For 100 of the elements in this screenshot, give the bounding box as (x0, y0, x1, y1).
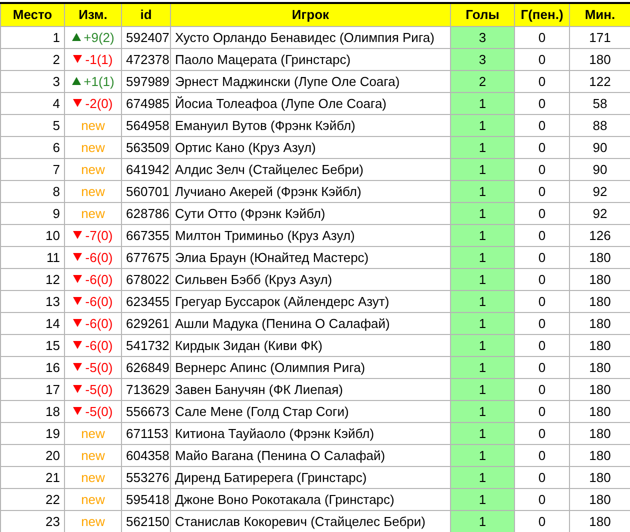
column-header: Голы (450, 3, 514, 26)
id-cell: 678022 (122, 268, 170, 290)
change-value: new (81, 514, 105, 528)
id-cell: 597989 (122, 70, 170, 92)
place-cell: 12 (0, 268, 64, 290)
player-cell: Сути Отто (Фрэнк Кэйбл) (170, 202, 450, 224)
change-value: +9(2) (72, 30, 114, 44)
goals-cell: 1 (450, 400, 514, 422)
up-arrow-icon (72, 77, 81, 86)
player-cell: Завен Банучян (ФК Лиепая) (170, 378, 450, 400)
change-value: -5(0) (73, 404, 113, 418)
change-value: -5(0) (73, 360, 113, 374)
goals-cell: 1 (450, 114, 514, 136)
down-arrow-icon (73, 385, 82, 394)
id-cell: 560701 (122, 180, 170, 202)
change-value: new (81, 140, 105, 154)
penalty-goals-cell: 0 (514, 356, 570, 378)
change-value: +1(1) (72, 74, 114, 88)
goals-cell: 1 (450, 202, 514, 224)
change-value: new (81, 162, 105, 176)
goals-cell: 1 (450, 92, 514, 114)
down-arrow-icon (73, 363, 82, 372)
player-cell: Лучиано Акерей (Фрэнк Кэйбл) (170, 180, 450, 202)
place-cell: 17 (0, 378, 64, 400)
player-cell: Алдис Зелч (Стайцелес Бебри) (170, 158, 450, 180)
id-cell: 671153 (122, 422, 170, 444)
player-cell: Ашли Мадука (Пенина О Салафай) (170, 312, 450, 334)
penalty-goals-cell: 0 (514, 312, 570, 334)
penalty-goals-cell: 0 (514, 224, 570, 246)
player-cell: Джоне Воно Рокотакала (Гринстарс) (170, 488, 450, 510)
change-value: -7(0) (73, 228, 113, 242)
id-cell: 674985 (122, 92, 170, 114)
column-header: Игрок (170, 3, 450, 26)
place-cell: 13 (0, 290, 64, 312)
change-value: -1(1) (73, 52, 113, 66)
id-cell: 629261 (122, 312, 170, 334)
change-value: new (81, 492, 105, 506)
penalty-goals-cell: 0 (514, 466, 570, 488)
player-cell: Хусто Орландо Бенавидес (Олимпия Рига) (170, 26, 450, 48)
goals-cell: 1 (450, 224, 514, 246)
change-value: new (81, 470, 105, 484)
change-value: new (81, 448, 105, 462)
player-cell: Китиона Тауйаоло (Фрэнк Кэйбл) (170, 422, 450, 444)
id-cell: 556673 (122, 400, 170, 422)
id-cell: 667355 (122, 224, 170, 246)
change-value: -6(0) (73, 250, 113, 264)
place-cell: 1 (0, 26, 64, 48)
penalty-goals-cell: 0 (514, 268, 570, 290)
id-cell: 623455 (122, 290, 170, 312)
place-cell: 5 (0, 114, 64, 136)
penalty-goals-cell: 0 (514, 334, 570, 356)
penalty-goals-cell: 0 (514, 26, 570, 48)
player-cell: Вернерс Апинс (Олимпия Рига) (170, 356, 450, 378)
down-arrow-icon (73, 341, 82, 350)
place-cell: 11 (0, 246, 64, 268)
place-cell: 7 (0, 158, 64, 180)
player-cell: Сале Мене (Голд Стар Соги) (170, 400, 450, 422)
id-cell: 541732 (122, 334, 170, 356)
change-value: new (81, 206, 105, 220)
change-value: -2(0) (73, 96, 113, 110)
id-cell: 564958 (122, 114, 170, 136)
place-cell: 19 (0, 422, 64, 444)
id-cell: 641942 (122, 158, 170, 180)
down-arrow-icon (73, 231, 82, 240)
penalty-goals-cell: 0 (514, 290, 570, 312)
id-cell: 628786 (122, 202, 170, 224)
down-arrow-icon (73, 253, 82, 262)
penalty-goals-cell: 0 (514, 422, 570, 444)
penalty-goals-cell: 0 (514, 92, 570, 114)
id-cell: 626849 (122, 356, 170, 378)
down-arrow-icon (73, 407, 82, 416)
column-header: Мин. (570, 3, 630, 26)
goals-cell: 3 (450, 26, 514, 48)
penalty-goals-cell: 0 (514, 202, 570, 224)
id-cell: 677675 (122, 246, 170, 268)
change-value: -6(0) (73, 316, 113, 330)
penalty-goals-cell: 0 (514, 48, 570, 70)
id-cell: 595418 (122, 488, 170, 510)
goals-cell: 1 (450, 334, 514, 356)
goals-cell: 1 (450, 466, 514, 488)
place-cell: 18 (0, 400, 64, 422)
change-value: -5(0) (73, 382, 113, 396)
player-cell: Ортис Кано (Круз Азул) (170, 136, 450, 158)
goals-cell: 1 (450, 246, 514, 268)
place-cell: 10 (0, 224, 64, 246)
goals-cell: 2 (450, 70, 514, 92)
place-cell: 6 (0, 136, 64, 158)
place-cell: 23 (0, 510, 64, 532)
penalty-goals-cell: 0 (514, 70, 570, 92)
down-arrow-icon (73, 99, 82, 108)
down-arrow-icon (73, 55, 82, 64)
column-header: id (122, 3, 170, 26)
place-cell: 20 (0, 444, 64, 466)
change-value: new (81, 426, 105, 440)
goals-cell: 1 (450, 268, 514, 290)
place-cell: 8 (0, 180, 64, 202)
place-cell: 16 (0, 356, 64, 378)
penalty-goals-cell: 0 (514, 444, 570, 466)
penalty-goals-cell: 0 (514, 400, 570, 422)
penalty-goals-cell: 0 (514, 488, 570, 510)
